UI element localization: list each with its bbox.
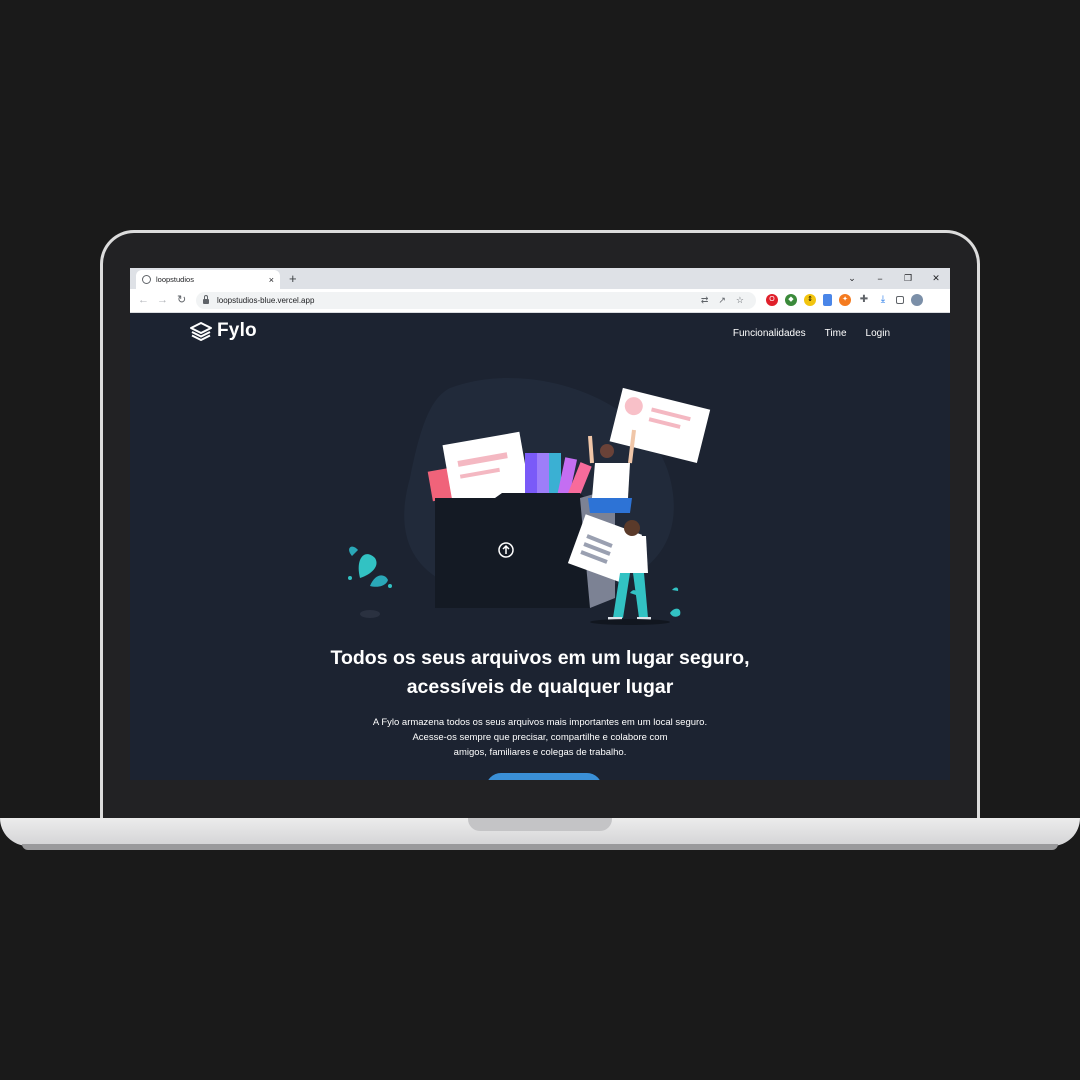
hero-illustration xyxy=(348,378,711,625)
restore-button[interactable]: ❐ xyxy=(894,273,922,284)
url-text: loopstudios-blue.vercel.app xyxy=(217,296,315,305)
hero-text-line-1: A Fylo armazena todos os seus arquivos m… xyxy=(372,717,708,728)
new-tab-button[interactable]: + xyxy=(289,270,297,287)
extensions-bar: O ◆ ⇕ ✦ ✚ ⤓ xyxy=(766,294,923,306)
hero-title-line-2: acessíveis de qualquer lugar xyxy=(406,676,674,698)
laptop-notch xyxy=(468,818,612,831)
nav-link-funcionalidades[interactable]: Funcionalidades xyxy=(733,328,806,339)
fylo-logo[interactable]: Fylo xyxy=(189,320,257,342)
nav-link-login[interactable]: Login xyxy=(866,328,890,339)
hero-text-line-3: amigos, familiares e colegas de trabalho… xyxy=(453,747,627,758)
hero-description: A Fylo armazena todos os seus arquivos m… xyxy=(130,715,950,760)
reload-button[interactable]: ↻ xyxy=(177,293,186,307)
laptop-screen: loopstudios × + ⌄ − ❐ ✕ ← → ↻ loopstudio… xyxy=(130,268,950,780)
hero-text-line-2: Acesse-os sempre que precisar, compartil… xyxy=(412,732,668,743)
layers-icon xyxy=(189,321,213,341)
main-nav: Funcionalidades Time Login xyxy=(733,328,890,339)
tab-title: loopstudios xyxy=(156,275,194,284)
puzzle-badge-icon[interactable]: ✦ xyxy=(839,294,851,306)
download-icon[interactable]: ⤓ xyxy=(877,294,889,306)
translate-icon[interactable]: ⇄ xyxy=(701,295,709,306)
forward-button[interactable]: → xyxy=(157,293,168,307)
hero-title: Todos os seus arquivos em um lugar segur… xyxy=(130,644,950,702)
browser-tabstrip: loopstudios × + ⌄ − ❐ ✕ xyxy=(130,268,950,289)
logo-text: Fylo xyxy=(217,320,257,341)
close-window-button[interactable]: ✕ xyxy=(922,273,950,284)
tab-close-icon[interactable]: × xyxy=(269,275,274,285)
doc-icon[interactable] xyxy=(823,294,832,306)
cta-button[interactable] xyxy=(486,773,602,780)
extensions-icon[interactable]: ✚ xyxy=(858,294,870,306)
minimize-button[interactable]: − xyxy=(866,274,894,284)
shield-icon[interactable]: ◆ xyxy=(785,294,797,306)
address-bar[interactable]: loopstudios-blue.vercel.app ⇄ ↗ ☆ xyxy=(196,292,756,309)
tab-search-icon[interactable]: ⌄ xyxy=(838,273,866,284)
star-icon[interactable]: ☆ xyxy=(736,295,744,306)
sidebar-icon[interactable] xyxy=(896,296,904,304)
lock-icon xyxy=(203,295,209,304)
laptop-base-shadow xyxy=(22,844,1058,850)
share-icon[interactable]: ↗ xyxy=(718,295,726,306)
back-button[interactable]: ← xyxy=(138,293,149,307)
fylo-landing-page: Fylo Funcionalidades Time Login Todos os… xyxy=(130,313,950,780)
globe-icon xyxy=(142,275,151,284)
browser-tab[interactable]: loopstudios × xyxy=(136,270,280,289)
profile-avatar[interactable] xyxy=(911,294,923,306)
hero-title-line-1: Todos os seus arquivos em um lugar segur… xyxy=(330,647,750,669)
window-controls: ⌄ − ❐ ✕ xyxy=(838,268,950,289)
arrows-icon[interactable]: ⇕ xyxy=(804,294,816,306)
browser-toolbar: ← → ↻ loopstudios-blue.vercel.app ⇄ ↗ ☆ … xyxy=(130,289,950,313)
opera-icon[interactable]: O xyxy=(766,294,778,306)
nav-link-time[interactable]: Time xyxy=(825,328,847,339)
